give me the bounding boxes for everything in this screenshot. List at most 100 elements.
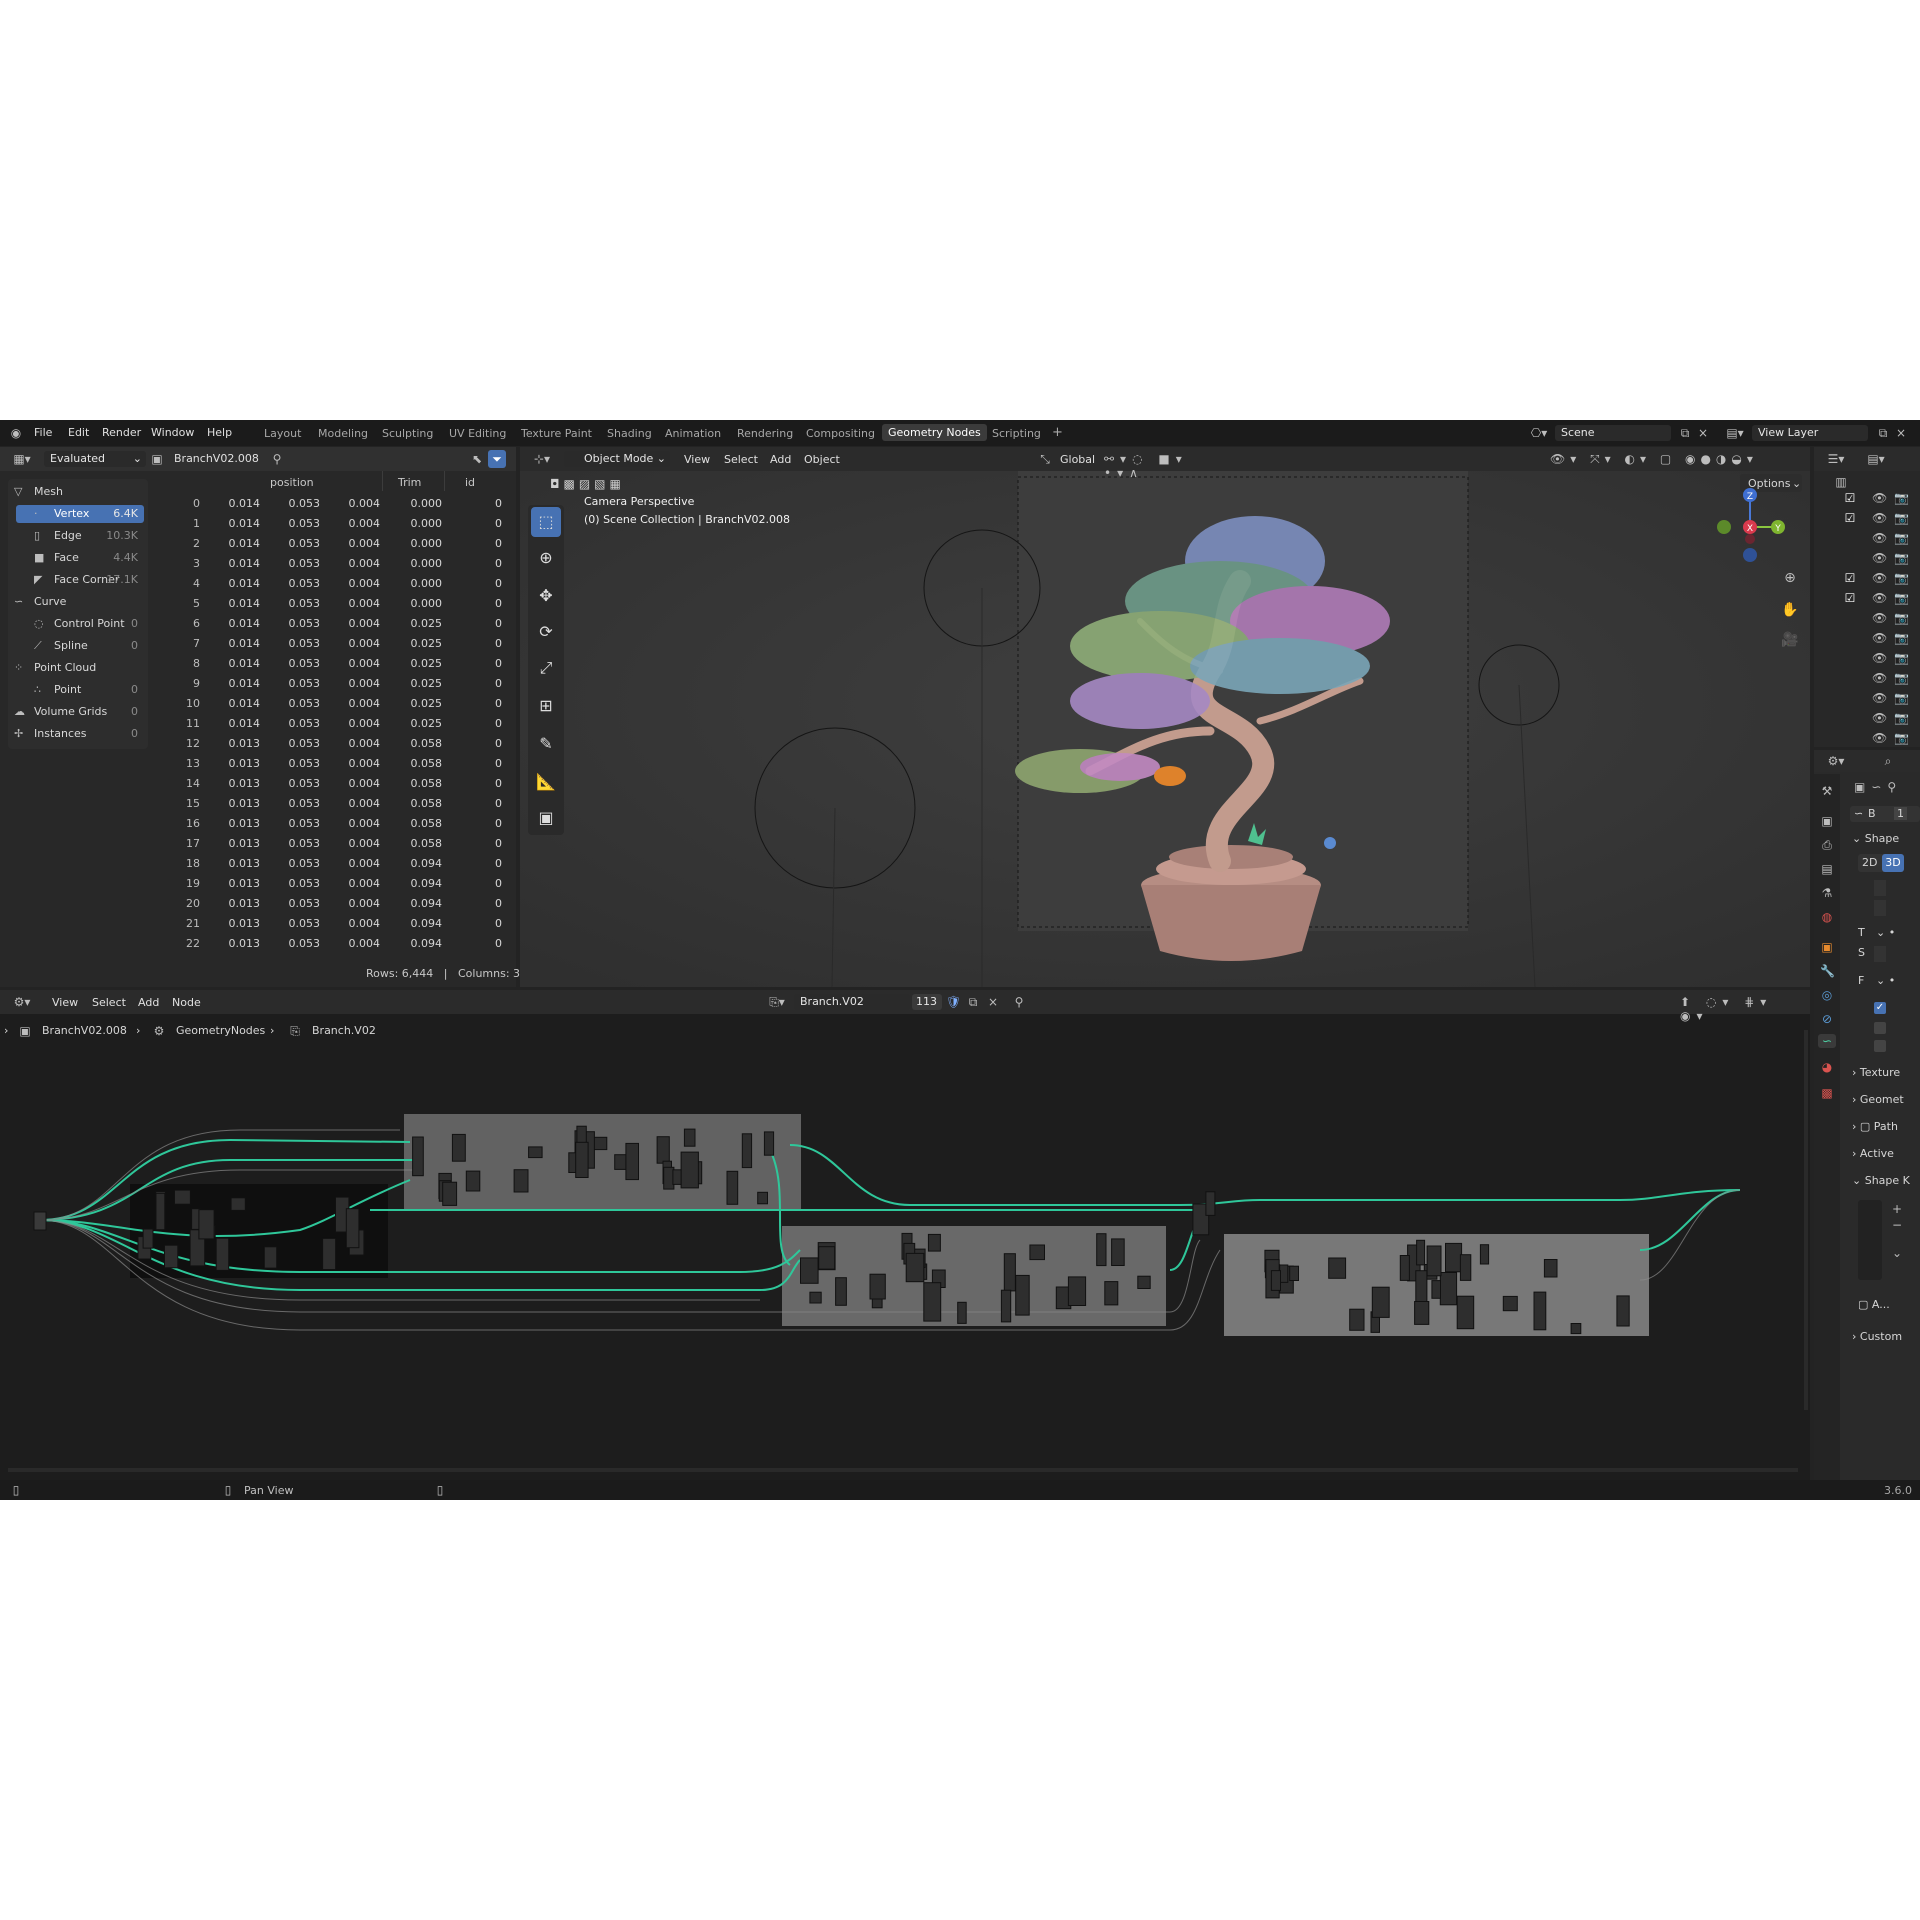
outliner-row[interactable]: 👁 📷 xyxy=(1814,649,1920,667)
node[interactable] xyxy=(835,1277,847,1306)
node[interactable] xyxy=(1104,1281,1119,1306)
node[interactable] xyxy=(1426,1245,1442,1277)
scale-tool-icon[interactable]: ⤢ xyxy=(531,653,561,683)
render-camera-icon[interactable]: 📷 xyxy=(1894,711,1909,725)
node[interactable] xyxy=(1000,1289,1012,1323)
visibility-eye-icon[interactable]: 👁 xyxy=(1872,511,1887,525)
navigation-gizmo[interactable]: Z X Y xyxy=(1710,487,1790,567)
data-set-item[interactable]: ∽ Curve xyxy=(10,593,144,611)
new-view-layer-icon[interactable]: ⧉ xyxy=(1874,426,1892,440)
object-tab-icon[interactable]: ▣ xyxy=(1820,940,1834,954)
checkbox[interactable] xyxy=(1874,1040,1886,1052)
shape-field[interactable] xyxy=(1874,880,1886,896)
measure-tool-icon[interactable]: 📐 xyxy=(531,767,561,797)
add-cube-tool-icon[interactable]: ▣ xyxy=(531,803,561,833)
dimensions-toggle[interactable]: 2D 3D xyxy=(1858,854,1904,872)
editor-type-icon[interactable]: ⚙▾ xyxy=(1824,754,1848,768)
outliner-row[interactable]: 👁 📷 xyxy=(1814,669,1920,687)
node[interactable] xyxy=(656,1136,670,1164)
filter-button[interactable]: ⏷ xyxy=(488,450,506,468)
tab-geometry-nodes[interactable]: Geometry Nodes xyxy=(882,424,987,441)
node[interactable] xyxy=(1459,1254,1472,1281)
duplicate-icon[interactable]: ⧉ xyxy=(966,995,980,1009)
remove-view-layer-icon[interactable]: × xyxy=(1894,426,1908,440)
node[interactable] xyxy=(142,1228,154,1249)
menu-file[interactable]: File xyxy=(34,426,52,439)
data-set-item[interactable]: ✢ Instances 0 xyxy=(10,725,144,743)
pin-icon[interactable]: ⚲ xyxy=(270,452,284,466)
render-camera-icon[interactable]: 📷 xyxy=(1894,511,1909,525)
data-set-item[interactable]: · Vertex 6.4K xyxy=(16,505,144,523)
visibility-eye-icon[interactable]: 👁 xyxy=(1872,651,1887,665)
node[interactable] xyxy=(1414,1301,1430,1325)
node[interactable] xyxy=(625,1142,640,1181)
geometry-node-editor[interactable]: ⚙▾ View Select Add Node ⎘▾ Branch.V02 11… xyxy=(0,990,1810,1480)
node[interactable] xyxy=(513,1169,529,1193)
outliner-row[interactable]: ☑ 👁 📷 xyxy=(1814,569,1920,587)
visibility-eye-icon[interactable]: 👁 xyxy=(1872,731,1887,745)
node[interactable] xyxy=(1456,1295,1475,1330)
tool-tab-icon[interactable]: ⚒ xyxy=(1820,784,1834,798)
render-camera-icon[interactable]: 📷 xyxy=(1894,691,1909,705)
node[interactable] xyxy=(1067,1276,1087,1306)
render-camera-icon[interactable]: 📷 xyxy=(1894,571,1909,585)
material-tab-icon[interactable]: ◕ xyxy=(1820,1060,1834,1074)
node[interactable] xyxy=(1431,1280,1442,1299)
node[interactable] xyxy=(345,1208,360,1249)
node-group-name-field[interactable]: Branch.V02 xyxy=(794,994,910,1010)
outliner-row[interactable]: ☑ 👁 📷 xyxy=(1814,509,1920,527)
breadcrumb-node-group[interactable]: Branch.V02 xyxy=(312,1024,376,1037)
node[interactable] xyxy=(1502,1295,1518,1312)
view-layer-tab-icon[interactable]: ▤ xyxy=(1820,862,1834,876)
texture-tab-icon[interactable]: ▩ xyxy=(1820,1086,1834,1100)
evaluation-mode-select[interactable]: Evaluated ⌄ xyxy=(44,451,146,467)
visibility-eye-icon[interactable]: 👁 xyxy=(1872,591,1887,605)
transform-tool-icon[interactable]: ⊞ xyxy=(531,691,561,721)
tab-animation[interactable]: Animation xyxy=(665,427,721,440)
data-set-item[interactable]: ■ Face 4.4K xyxy=(16,549,144,567)
curve-datablock-field[interactable]: ∽ B 1 xyxy=(1850,806,1920,822)
data-set-item[interactable]: ▽ Mesh xyxy=(10,483,144,501)
node[interactable] xyxy=(263,1246,278,1269)
column-header-id[interactable]: id xyxy=(465,476,475,489)
render-camera-icon[interactable]: 📷 xyxy=(1894,731,1909,745)
visibility-eye-icon[interactable]: 👁 xyxy=(1872,691,1887,705)
twist-select[interactable]: ⌄ • xyxy=(1876,926,1895,939)
data-set-item[interactable]: ▯ Edge 10.3K xyxy=(16,527,144,545)
horizontal-scrollbar[interactable] xyxy=(8,1468,1798,1472)
exclude-checkbox-icon[interactable]: ☑ xyxy=(1844,591,1856,605)
shape-keys-list[interactable] xyxy=(1858,1200,1882,1280)
data-set-item[interactable]: ◤ Face Corner 17.1K xyxy=(16,571,144,589)
render-camera-icon[interactable]: 📷 xyxy=(1894,491,1909,505)
cursor-tool-icon[interactable]: ⊕ xyxy=(531,543,561,573)
column-header-trim[interactable]: Trim xyxy=(398,476,421,489)
node[interactable] xyxy=(215,1237,230,1271)
search-icon[interactable]: ⌕ xyxy=(1878,754,1898,768)
outliner-row[interactable]: 👁 📷 xyxy=(1814,729,1920,747)
node[interactable] xyxy=(1137,1275,1151,1289)
node[interactable] xyxy=(1328,1257,1347,1279)
move-tool-icon[interactable]: ✥ xyxy=(531,581,561,611)
node[interactable] xyxy=(1270,1270,1282,1291)
outliner-row[interactable]: 👁 📷 xyxy=(1814,529,1920,547)
panel-path[interactable]: › ▢ Path xyxy=(1852,1120,1898,1133)
visibility-eye-icon[interactable]: 👁 xyxy=(1872,551,1887,565)
exclude-checkbox-icon[interactable]: ☑ xyxy=(1844,511,1856,525)
node[interactable] xyxy=(1616,1295,1630,1327)
node[interactable] xyxy=(164,1244,179,1269)
remove-scene-icon[interactable]: × xyxy=(1696,426,1710,440)
node[interactable] xyxy=(1399,1255,1410,1281)
panel-geometry[interactable]: › Geomet xyxy=(1852,1093,1904,1106)
add-shape-key-icon[interactable]: + xyxy=(1890,1202,1904,1216)
panel-shape[interactable]: ⌄ Shape xyxy=(1852,832,1899,845)
node[interactable] xyxy=(1415,1270,1428,1306)
object-mode-select[interactable]: Object Mode ⌄ xyxy=(564,451,670,467)
curve-data-tab-icon[interactable]: ∽ xyxy=(1818,1034,1836,1048)
node[interactable] xyxy=(1533,1291,1547,1331)
breadcrumb-modifier[interactable]: GeometryNodes xyxy=(176,1024,265,1037)
tab-compositing[interactable]: Compositing xyxy=(806,427,875,440)
exclude-checkbox-icon[interactable]: ☑ xyxy=(1844,491,1856,505)
outliner-row[interactable]: 👁 📷 xyxy=(1814,689,1920,707)
node-menu-select[interactable]: Select xyxy=(92,996,126,1009)
node-frame[interactable] xyxy=(404,1114,801,1210)
